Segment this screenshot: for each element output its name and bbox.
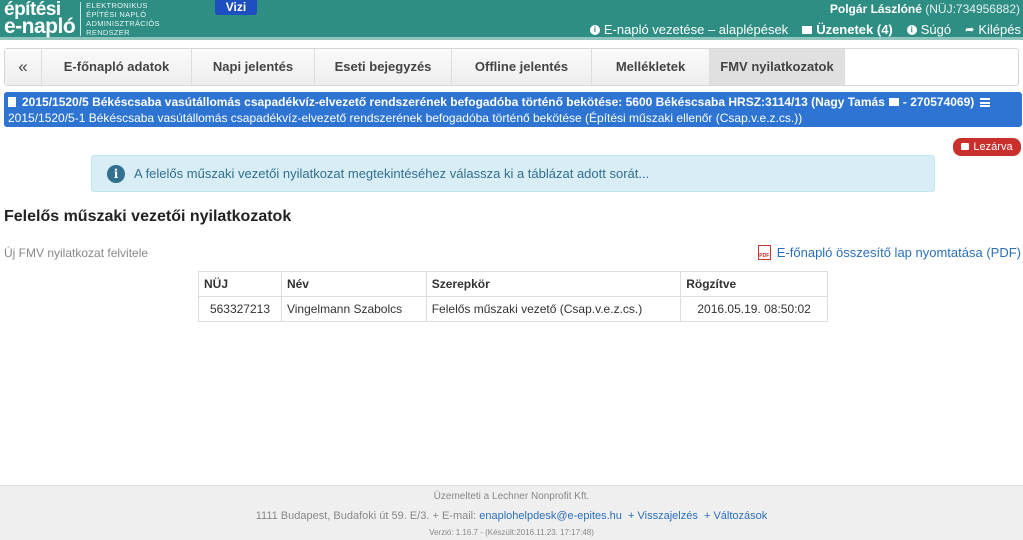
footer-address: 1111 Budapest, Budafoki út 59. E/3. + E-… [255, 510, 477, 522]
logo-sub-4: RENDSZER [86, 28, 130, 37]
logo-sub-2: ÉPÍTÉSI NAPLÓ [86, 10, 147, 19]
tab-mellekletek[interactable]: Mellékletek [592, 49, 710, 85]
new-fmv-link[interactable]: Új FMV nyilatkozat felvitele [4, 246, 148, 260]
col-nev[interactable]: Név [280, 271, 427, 297]
logo-subtitle: ELEKTRONIKUS ÉPÍTÉSI NAPLÓ ADMINISZTRÁCI… [86, 1, 160, 37]
table-row[interactable]: 563327213 Vingelmann Szabolcs Felelős mű… [198, 296, 828, 322]
locked-badge: Lezárva [953, 138, 1021, 156]
pdf-link-label: E-főnapló összesítő lap nyomtatása (PDF) [776, 245, 1021, 260]
guide-link[interactable]: i E-napló vezetése – alaplépések [589, 22, 789, 37]
tab-offline-jelentes[interactable]: Offline jelentés [452, 49, 592, 85]
tab-back[interactable]: « [5, 49, 42, 85]
col-rogzitve[interactable]: Rögzítve [680, 271, 828, 297]
logo-line-2: e-napló [4, 15, 76, 38]
envelope-icon [802, 25, 813, 34]
cell-szerepkor: Felelős műszaki vezető (Csap.v.e.z.cs.) [425, 296, 682, 322]
tab-e-fonaplo-adatok[interactable]: E-főnapló adatok [42, 49, 192, 85]
helpdesk-email-link[interactable]: enaplohelpdesk@e-epites.hu [479, 510, 622, 522]
locked-label: Lezárva [973, 141, 1013, 153]
user-id: (NÜJ:734956882) [925, 2, 1020, 16]
cell-nev: Vingelmann Szabolcs [280, 296, 427, 322]
section-title: Felelős műszaki vezetői nyilatkozatok [4, 208, 292, 225]
guide-label: E-napló vezetése – alaplépések [603, 22, 789, 37]
footer-version: Verzió: 1.16.7 - (Készült:2016.11.23. 17… [429, 528, 594, 537]
info-circle-icon: i [589, 24, 600, 35]
cell-nuj: 563327213 [198, 296, 282, 322]
tab-fmv-nyilatkozatok[interactable]: FMV nyilatkozatok [710, 49, 845, 85]
project-subtitle: 2015/1520/5-1 Békéscsaba vasútállomás cs… [8, 111, 803, 125]
project-title: 2015/1520/5 Békéscsaba vasútállomás csap… [22, 95, 885, 109]
pdf-print-link[interactable]: PDF E-főnapló összesítő lap nyomtatása (… [757, 245, 1021, 260]
col-nuj[interactable]: NÜJ [198, 271, 282, 297]
help-label: Súgó [920, 22, 952, 37]
top-header: építési e-napló ELEKTRONIKUS ÉPÍTÉSI NAP… [0, 0, 1023, 40]
tab-napi-jelentes[interactable]: Napi jelentés [192, 49, 315, 85]
help-link[interactable]: i Súgó [906, 22, 952, 37]
briefcase-icon [888, 98, 899, 106]
project-bar: 2015/1520/5 Békéscsaba vasútállomás csap… [4, 92, 1022, 127]
top-nav: i E-napló vezetése – alaplépések Üzenetek… [589, 22, 1021, 37]
feedback-link[interactable]: + Visszajelzés [628, 510, 698, 522]
info-alert: i A felelős műszaki vezetői nyilatkozat … [91, 155, 935, 192]
logo-sub-3: ADMINISZTRÁCIÓS [86, 19, 160, 28]
fmv-table: NÜJ Név Szerepkör Rögzítve 563327213 Vin… [198, 271, 828, 322]
document-icon [8, 97, 16, 107]
footer-contact: 1111 Budapest, Budafoki út 59. E/3. + E-… [0, 509, 1023, 523]
share-arrow-icon: ➦ [965, 24, 975, 36]
info-icon: i [107, 164, 125, 183]
logo-sub-1: ELEKTRONIKUS [86, 1, 148, 10]
list-icon[interactable] [980, 97, 991, 107]
cell-rogzitve: 2016.05.19. 08:50:02 [680, 296, 828, 322]
messages-label: Üzenetek (4) [816, 22, 893, 37]
table-header-row: NÜJ Név Szerepkör Rögzítve [198, 271, 828, 297]
changes-link[interactable]: + Változások [704, 510, 767, 522]
tab-eseti-bejegyzes[interactable]: Eseti bejegyzés [315, 49, 452, 85]
user-info: Polgár Lászlóné (NÜJ:734956882) [830, 2, 1020, 16]
user-name: Polgár Lászlóné [829, 2, 922, 16]
app-logo[interactable]: építési e-napló ELEKTRONIKUS ÉPÍTÉSI NAP… [4, 0, 160, 38]
logout-link[interactable]: ➦ Kilépés [965, 22, 1021, 37]
col-szerepkor[interactable]: Szerepkör [425, 271, 682, 297]
logo-divider [80, 2, 82, 36]
messages-link[interactable]: Üzenetek (4) [802, 22, 893, 37]
footer: Üzemelteti a Lechner Nonprofit Kft. 1111… [0, 485, 1023, 540]
tab-bar: « E-főnapló adatok Napi jelentés Eseti b… [4, 48, 1019, 86]
lock-icon [961, 143, 970, 150]
footer-operator: Üzemelteti a Lechner Nonprofit Kft. [433, 491, 590, 502]
info-circle-icon: i [906, 24, 917, 35]
logout-label: Kilépés [978, 22, 1021, 37]
pdf-icon: PDF [757, 245, 771, 260]
vizi-badge: Vizi [215, 0, 257, 15]
project-id: - 270574069) [902, 95, 975, 109]
info-text: A felelős műszaki vezetői nyilatkozat me… [134, 166, 650, 181]
